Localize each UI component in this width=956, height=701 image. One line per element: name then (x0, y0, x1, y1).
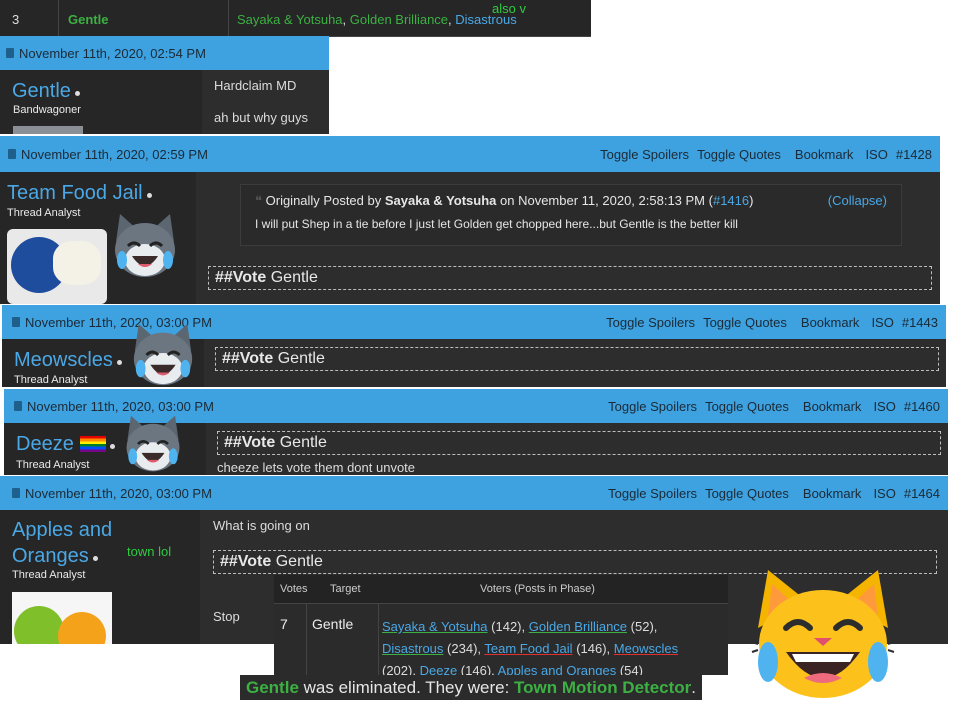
post-header: November 11th, 2020, 02:59 PM Toggle Spo… (0, 136, 940, 172)
laughing-wolf-emoji (126, 415, 180, 472)
post-icon (12, 488, 20, 498)
eliminated-role: Town Motion Detector (514, 678, 692, 697)
vote-count: 7 (280, 616, 288, 632)
user-title: Thread Analyst (7, 207, 81, 219)
row-voters: Sayaka & Yotsuha, Golden Brilliance, Dis… (237, 12, 517, 27)
quote-ref-link[interactable]: #1416 (713, 193, 749, 208)
user-title: Thread Analyst (14, 374, 88, 386)
vote-box: ##Vote Gentle (217, 431, 941, 455)
quote-box: ❝ Originally Posted by Sayaka & Yotsuha … (240, 184, 902, 246)
bookmark-link[interactable]: Bookmark (801, 315, 860, 330)
voter-link[interactable]: Sayaka & Yotsuha (237, 12, 343, 27)
header-votes: Votes (280, 583, 308, 595)
post-text: cheeze lets vote them dont unvote (217, 460, 416, 475)
laughing-wolf-emoji (115, 214, 175, 277)
collapse-link[interactable]: (Collapse) (828, 193, 887, 208)
bookmark-link[interactable]: Bookmark (795, 147, 854, 162)
post-text: Hardclaim MD (214, 78, 297, 93)
post-number[interactable]: #1443 (902, 315, 938, 330)
vote-tally-table: Votes Target Voters (Posts in Phase) 7 G… (274, 575, 728, 678)
toggle-quotes-link[interactable]: Toggle Quotes (697, 147, 781, 162)
post-header: November 11th, 2020, 02:54 PM (0, 36, 329, 70)
vote-box: ##Vote Gentle (208, 266, 932, 290)
voter-link[interactable]: Sayaka & Yotsuha (142) (382, 619, 522, 634)
header-voters: Voters (Posts in Phase) (480, 583, 595, 595)
username-link[interactable]: Meowscles (14, 349, 113, 371)
avatar (13, 126, 83, 134)
post-text: Stop (213, 609, 240, 624)
quote-text: I will put Shep in a tie before I just l… (255, 217, 738, 231)
toggle-quotes-link[interactable]: Toggle Quotes (705, 486, 789, 501)
rainbow-flag-icon (80, 436, 107, 452)
voter-link[interactable]: Golden Brilliance (52) (529, 619, 654, 634)
quote-icon: ❝ (255, 193, 262, 208)
post-icon (12, 317, 20, 327)
iso-link[interactable]: ISO (871, 315, 893, 330)
user-side-note: town lol (127, 544, 172, 559)
post-number[interactable]: #1460 (904, 399, 940, 414)
post-text: ah but why guys (214, 110, 308, 125)
post-icon (6, 48, 14, 58)
avatar (7, 229, 107, 304)
quote-author: Sayaka & Yotsuha (384, 193, 497, 208)
elimination-banner: Gentle was eliminated. They were: Town M… (240, 675, 703, 700)
toggle-spoilers-link[interactable]: Toggle Spoilers (608, 399, 697, 414)
post-date: November 11th, 2020, 03:00 PM (27, 398, 214, 414)
toggle-quotes-link[interactable]: Toggle Quotes (703, 315, 787, 330)
username-link[interactable]: Deeze (16, 433, 74, 455)
toggle-quotes-link[interactable]: Toggle Quotes (705, 399, 789, 414)
post-date: November 11th, 2020, 02:59 PM (21, 146, 208, 162)
post-number[interactable]: #1464 (904, 486, 940, 501)
user-title: Thread Analyst (12, 569, 86, 581)
iso-link[interactable]: ISO (873, 486, 895, 501)
bookmark-link[interactable]: Bookmark (803, 486, 862, 501)
user-title: Bandwagoner (13, 104, 81, 116)
vote-count-row: 3 Gentle Sayaka & Yotsuha, Golden Brilli… (0, 0, 591, 37)
toggle-spoilers-link[interactable]: Toggle Spoilers (608, 486, 697, 501)
voter-link[interactable]: Golden Brilliance (350, 12, 448, 27)
avatar (12, 592, 112, 644)
also-note: also v (492, 1, 526, 16)
post-body: Gentle Bandwagoner Hardclaim MD ah but w… (0, 70, 329, 134)
toggle-spoilers-link[interactable]: Toggle Spoilers (600, 147, 689, 162)
laughing-cat-emoji (751, 570, 895, 698)
post-icon (8, 149, 16, 159)
toggle-spoilers-link[interactable]: Toggle Spoilers (606, 315, 695, 330)
post-date: November 11th, 2020, 02:54 PM (19, 45, 206, 61)
vote-target: Gentle (312, 616, 354, 632)
post-text: What is going on (213, 518, 310, 533)
username-link[interactable]: Gentle (12, 80, 71, 102)
iso-link[interactable]: ISO (873, 399, 895, 414)
bookmark-link[interactable]: Bookmark (803, 399, 862, 414)
post-date: November 11th, 2020, 03:00 PM (25, 485, 212, 501)
header-target: Target (330, 583, 361, 595)
post-icon (14, 401, 22, 411)
row-number: 3 (12, 12, 20, 27)
vote-box: ##Vote Gentle (215, 347, 939, 371)
voter-list: Sayaka & Yotsuha (142), Golden Brillianc… (382, 619, 679, 678)
username-link[interactable]: Team Food Jail (7, 182, 143, 204)
user-title: Thread Analyst (16, 459, 90, 471)
post-header: November 11th, 2020, 03:00 PM Toggle Spo… (0, 476, 948, 510)
eliminated-player: Gentle (246, 678, 299, 697)
voter-link[interactable]: Disastrous (234) (382, 641, 477, 656)
post-number[interactable]: #1428 (896, 147, 932, 162)
laughing-wolf-emoji (133, 323, 193, 386)
voter-link[interactable]: Team Food Jail (146) (484, 641, 606, 656)
row-target: Gentle (68, 12, 109, 27)
iso-link[interactable]: ISO (865, 147, 887, 162)
